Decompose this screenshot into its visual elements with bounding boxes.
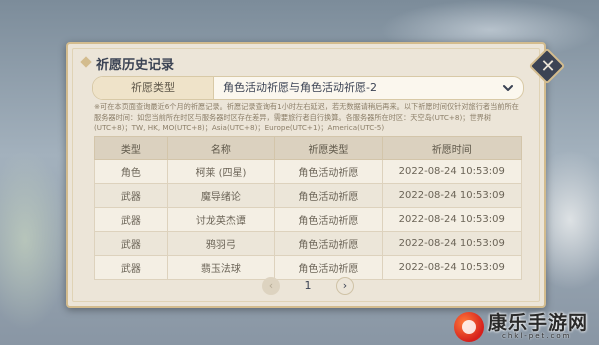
column-header-name: 名称 [166,136,276,160]
table-row: 武器 讨龙英杰谭 角色活动祈愿 2022-08-24 10:53:09 [94,207,523,232]
site-watermark: 康乐手游网 chkl-pet.com [442,302,598,345]
cell-wish-type: 角色活动祈愿 [274,183,383,208]
current-page-number: 1 [304,279,312,292]
table-header-row: 类型 名称 祈愿类型 祈愿时间 [94,136,523,160]
watermark-text: 康乐手游网 [488,312,589,334]
table-row: 武器 鸦羽弓 角色活动祈愿 2022-08-24 10:53:09 [94,231,523,256]
cell-name: 讨龙英杰谭 [166,207,276,232]
cell-type: 武器 [94,207,168,232]
cell-wish-time: 2022-08-24 10:53:09 [381,207,523,232]
column-header-wish-time: 祈愿时间 [381,136,523,160]
cell-name: 魔导绪论 [166,183,276,208]
cell-name-four-star: 柯莱 (四星) [166,159,276,184]
dialog-title: 祈愿历史记录 [96,58,175,73]
pagination: ‹ 1 › [68,276,544,296]
close-icon[interactable]: ✕ [535,54,561,80]
column-header-type: 类型 [94,136,168,160]
cell-wish-time: 2022-08-24 10:53:09 [381,231,523,256]
cell-wish-time: 2022-08-24 10:53:09 [381,159,523,184]
column-header-wish-type: 祈愿类型 [274,136,383,160]
wish-history-dialog: 祈愿历史记录 祈愿类型 角色活动祈愿与角色活动祈愿-2 ※可在本页面查询最近6个… [66,42,546,308]
title-diamond-icon [80,56,92,68]
wish-type-selected-value: 角色活动祈愿与角色活动祈愿-2 [223,81,377,94]
cell-type: 武器 [94,183,168,208]
next-page-button[interactable]: › [336,277,354,295]
chevron-down-icon [503,85,513,91]
cell-wish-type: 角色活动祈愿 [274,207,383,232]
cell-wish-time: 2022-08-24 10:53:09 [381,183,523,208]
previous-page-button[interactable]: ‹ [262,277,280,295]
background-foliage [0,150,70,330]
cell-wish-type: 角色活动祈愿 [274,231,383,256]
cell-wish-type: 角色活动祈愿 [274,159,383,184]
cell-type: 角色 [94,159,168,184]
table-row: 角色 柯莱 (四星) 角色活动祈愿 2022-08-24 10:53:09 [94,159,523,184]
watermark-subtext: chkl-pet.com [502,332,572,340]
wish-type-dropdown[interactable]: 祈愿类型 角色活动祈愿与角色活动祈愿-2 [92,76,524,100]
table-row: 武器 魔导绪论 角色活动祈愿 2022-08-24 10:53:09 [94,183,523,208]
cell-name: 鸦羽弓 [166,231,276,256]
wish-type-label: 祈愿类型 [93,77,214,99]
game-screen: 祈愿历史记录 祈愿类型 角色活动祈愿与角色活动祈愿-2 ※可在本页面查询最近6个… [0,0,599,345]
wish-history-table: 类型 名称 祈愿类型 祈愿时间 角色 柯莱 (四星) 角色活动祈愿 2022-0… [94,136,523,280]
watermark-logo-inner [462,320,476,334]
cell-type: 武器 [94,231,168,256]
notice-text: ※可在本页面查询最近6个月的祈愿记录。祈愿记录查询有1小时左右延迟，若无数据请稍… [94,102,519,132]
